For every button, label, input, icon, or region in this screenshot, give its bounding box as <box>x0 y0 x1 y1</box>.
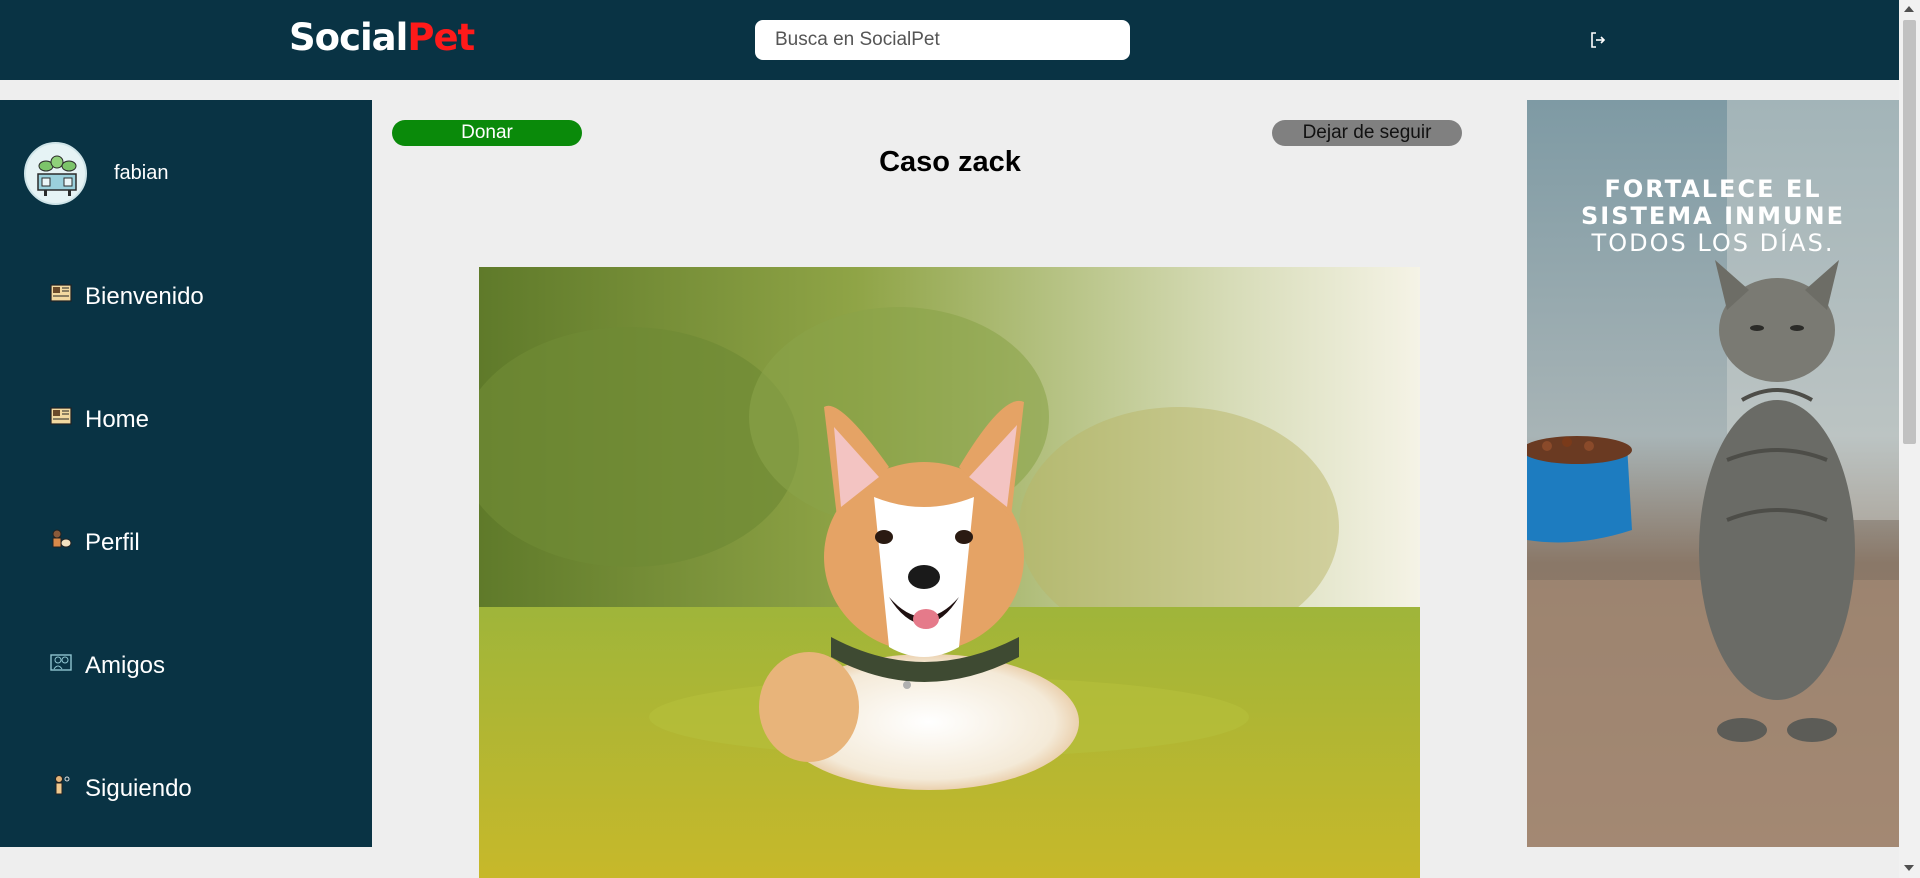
sidebar-item-label: Bienvenido <box>85 283 204 310</box>
avatar[interactable] <box>24 142 87 205</box>
search-input[interactable] <box>755 20 1130 60</box>
page-scrollbar[interactable] <box>1899 0 1920 878</box>
newspaper-icon <box>50 282 72 304</box>
ad-line-1: FORTALECE EL <box>1604 175 1822 203</box>
ad-headline: FORTALECE EL SISTEMA INMUNE TODOS LOS DÍ… <box>1527 176 1899 257</box>
newspaper-icon <box>50 405 72 427</box>
sidebar-item-amigos[interactable]: Amigos <box>50 652 165 680</box>
brand-part-social: Social <box>289 16 408 59</box>
post-title: Caso zack <box>879 146 1021 178</box>
sidebar-item-siguiendo[interactable]: Siguiendo <box>50 775 192 803</box>
scroll-down-arrow-icon[interactable] <box>1904 865 1914 871</box>
advertisement-banner[interactable]: FORTALECE EL SISTEMA INMUNE TODOS LOS DÍ… <box>1527 100 1899 847</box>
person-pet-icon <box>50 528 72 550</box>
sidebar-item-label: Siguiendo <box>85 775 192 802</box>
brand-part-pet: Pet <box>407 16 475 59</box>
sidebar: fabian Bienvenido Home Perfil Amigos Sig… <box>0 100 372 847</box>
user-profile[interactable]: fabian <box>24 142 169 205</box>
sidebar-item-home[interactable]: Home <box>50 406 149 434</box>
top-navbar: SocialPet <box>0 0 1899 80</box>
following-icon <box>50 774 72 796</box>
sidebar-item-label: Perfil <box>85 529 140 556</box>
scrollbar-thumb[interactable] <box>1903 20 1916 444</box>
unfollow-button[interactable]: Dejar de seguir <box>1272 120 1462 146</box>
post-image <box>479 267 1420 878</box>
scroll-up-arrow-icon[interactable] <box>1904 6 1914 12</box>
logout-icon[interactable] <box>1588 30 1608 50</box>
donate-button[interactable]: Donar <box>392 120 582 146</box>
sidebar-item-label: Home <box>85 406 150 433</box>
sidebar-item-bienvenido[interactable]: Bienvenido <box>50 283 204 311</box>
sidebar-item-label: Amigos <box>85 652 166 679</box>
ad-line-3: TODOS LOS DÍAS. <box>1591 229 1835 257</box>
brand-logo[interactable]: SocialPet <box>289 16 475 59</box>
friends-icon <box>50 651 72 673</box>
username[interactable]: fabian <box>114 162 169 185</box>
sidebar-item-perfil[interactable]: Perfil <box>50 529 140 557</box>
ad-line-2: SISTEMA INMUNE <box>1581 202 1845 230</box>
